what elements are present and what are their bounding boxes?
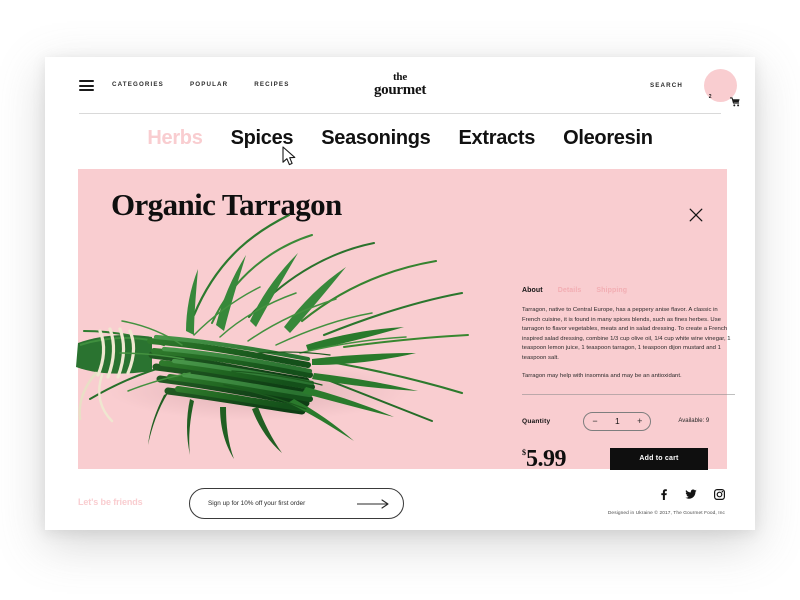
product-note: Tarragon may help with insomnia and may … — [522, 373, 682, 380]
instagram-icon[interactable] — [714, 489, 726, 502]
tab-about[interactable]: About — [522, 287, 543, 294]
category-tabs: Herbs Spices Seasonings Extracts Oleores… — [45, 127, 755, 150]
quantity-label: Quantity — [522, 417, 551, 425]
shopping-cart-icon — [729, 96, 741, 110]
twitter-icon[interactable] — [685, 489, 697, 502]
detail-divider — [522, 393, 735, 395]
quantity-decrement-button[interactable]: − — [592, 416, 597, 426]
header-divider — [79, 113, 721, 114]
social-links — [659, 489, 726, 502]
price: $5.99 — [522, 445, 567, 472]
tab-shipping[interactable]: Shipping — [596, 287, 627, 294]
price-amount: 5.99 — [526, 445, 567, 472]
facebook-icon[interactable] — [659, 489, 668, 502]
category-tab-spices[interactable]: Spices — [231, 127, 294, 150]
copyright-text: Designed in Ukraine © 2017, The Gourmet … — [607, 511, 725, 516]
quantity-increment-button[interactable]: + — [637, 416, 642, 426]
category-tab-oleoresin[interactable]: Oleoresin — [563, 127, 653, 150]
quantity-value: 1 — [614, 416, 620, 427]
product-tabs: About Details Shipping — [522, 287, 735, 294]
page-title: Organic Tarragon — [111, 187, 342, 222]
category-tab-herbs[interactable]: Herbs — [147, 127, 203, 150]
newsletter-submit-button[interactable] — [357, 489, 403, 518]
cart-button[interactable]: 2 — [704, 69, 740, 106]
quantity-stepper[interactable]: − 1 + — [583, 411, 652, 431]
app-stage: CATEGORIES POPULAR RECIPES the gourmet S… — [0, 0, 800, 600]
page-card: CATEGORIES POPULAR RECIPES the gourmet S… — [45, 57, 755, 530]
newsletter-form — [189, 488, 404, 519]
newsletter-heading: Let's be friends — [78, 497, 143, 507]
search-button[interactable]: SEARCH — [650, 82, 683, 89]
category-tab-extracts[interactable]: Extracts — [459, 127, 536, 150]
newsletter-input[interactable] — [190, 499, 357, 508]
tab-details[interactable]: Details — [558, 287, 582, 294]
site-header: CATEGORIES POPULAR RECIPES the gourmet S… — [45, 57, 755, 114]
category-tab-seasonings[interactable]: Seasonings — [321, 127, 431, 150]
product-panel: Organic Tarragon About Details Shipping … — [76, 169, 735, 471]
product-image — [44, 195, 474, 475]
quantity-row: Quantity − 1 + Available: 9 — [522, 411, 735, 431]
cart-count-badge: 2 — [708, 93, 712, 100]
close-icon[interactable] — [687, 206, 705, 224]
logo-line-2: gourmet — [373, 82, 427, 99]
product-detail: About Details Shipping Tarragon, native … — [522, 287, 735, 471]
product-description: Tarragon, native to Central Europe, has … — [522, 307, 731, 361]
availability-text: Available: 9 — [678, 418, 710, 425]
purchase-row: $5.99 Add to cart — [522, 447, 735, 471]
site-logo[interactable]: the gourmet — [45, 71, 755, 99]
add-to-cart-button[interactable]: Add to cart — [610, 447, 708, 470]
